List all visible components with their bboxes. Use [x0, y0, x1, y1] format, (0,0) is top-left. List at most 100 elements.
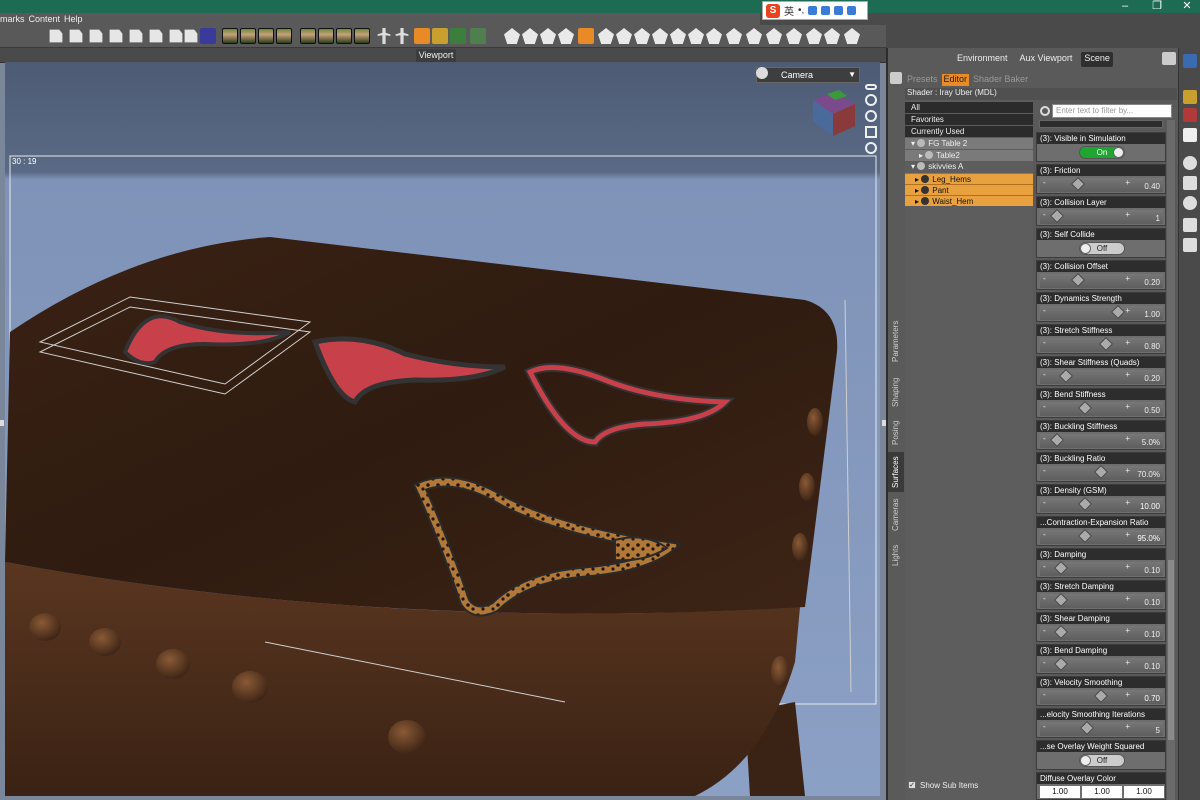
ime-skin-icon[interactable]: [834, 6, 844, 15]
property-value[interactable]: 5.0%: [1142, 438, 1160, 447]
minimize-button[interactable]: –: [1110, 0, 1140, 13]
save-as-icon[interactable]: [129, 29, 143, 43]
figure-preset-8-icon[interactable]: [354, 28, 370, 44]
slider-knob[interactable]: [1058, 368, 1073, 384]
slider-knob[interactable]: [1070, 176, 1085, 192]
property-slider[interactable]: - +5: [1040, 720, 1163, 736]
tab-editor[interactable]: Editor: [941, 74, 970, 86]
property-slider[interactable]: - +0.80: [1040, 336, 1163, 352]
tree-item-pant[interactable]: ▸ Pant: [905, 184, 1033, 195]
property-row[interactable]: (3): Collision Offset - +0.20: [1036, 260, 1166, 290]
property-slider[interactable]: - +1: [1040, 208, 1163, 224]
view-options-icon[interactable]: [756, 67, 768, 79]
tree-item-currently-used[interactable]: Currently Used: [905, 126, 1033, 137]
property-row[interactable]: (3): Bend Damping - +0.10: [1036, 644, 1166, 674]
new-scene-icon[interactable]: [49, 29, 63, 43]
property-value[interactable]: 0.20: [1144, 278, 1160, 287]
property-slider[interactable]: - +5.0%: [1040, 432, 1163, 448]
slider-knob[interactable]: [1077, 400, 1092, 416]
tab-surfaces[interactable]: Surfaces: [888, 452, 904, 492]
slider-knob[interactable]: [1093, 688, 1108, 704]
property-row[interactable]: (3): Density (GSM) - +10.00: [1036, 484, 1166, 514]
property-value[interactable]: 10.00: [1140, 502, 1160, 511]
plus-icon[interactable]: [450, 28, 466, 44]
decrement-icon[interactable]: -: [1043, 434, 1046, 443]
camera-selector[interactable]: Camera ▼: [756, 67, 860, 83]
figure-preset-1-icon[interactable]: [222, 28, 238, 44]
property-value[interactable]: 0.20: [1144, 374, 1160, 383]
property-row[interactable]: (3): Velocity Smoothing - +0.70: [1036, 676, 1166, 706]
toggle-switch[interactable]: On: [1079, 146, 1125, 159]
decrement-icon[interactable]: -: [1043, 562, 1046, 571]
toggle-switch[interactable]: Off: [1079, 242, 1125, 255]
slider-knob[interactable]: [1049, 432, 1064, 448]
slider-knob[interactable]: [1111, 304, 1126, 320]
content-library-icon[interactable]: [1183, 90, 1197, 104]
increment-icon[interactable]: +: [1125, 338, 1130, 347]
ime-keyboard-icon[interactable]: [821, 6, 831, 15]
toggle-knob[interactable]: [1113, 147, 1124, 158]
figure-preset-6-icon[interactable]: [318, 28, 334, 44]
tree-item-fg-table[interactable]: ▾ FG Table 2: [905, 138, 1033, 149]
lock-icon[interactable]: [432, 28, 448, 44]
slider-knob[interactable]: [1049, 208, 1064, 224]
property-row[interactable]: (3): Stretch Stiffness - +0.80: [1036, 324, 1166, 354]
property-value[interactable]: 0.10: [1144, 598, 1160, 607]
property-value[interactable]: 0.80: [1144, 342, 1160, 351]
scale-tool-icon[interactable]: [598, 28, 614, 44]
rotate-tool-icon[interactable]: [540, 28, 556, 44]
open-icon[interactable]: [69, 29, 83, 43]
show-sub-items-checkbox[interactable]: ✓: [908, 781, 916, 789]
property-value[interactable]: 0.50: [1144, 406, 1160, 415]
frame-icon[interactable]: [865, 126, 877, 138]
tab-presets[interactable]: Presets: [907, 74, 938, 86]
menu-bookmarks[interactable]: marks: [0, 13, 29, 25]
property-row[interactable]: (3): Buckling Stiffness - +5.0%: [1036, 420, 1166, 450]
property-slider[interactable]: - +70.0%: [1040, 464, 1163, 480]
reset-view-icon[interactable]: [865, 142, 877, 154]
slider-knob[interactable]: [1054, 656, 1069, 672]
increment-icon[interactable]: +: [1125, 274, 1130, 283]
tree-item-table2[interactable]: ▸ Table2: [905, 150, 1033, 161]
property-row[interactable]: (3): Self Collide Off: [1036, 228, 1166, 258]
tab-scene[interactable]: Scene: [1081, 52, 1113, 67]
property-value[interactable]: 0.10: [1144, 630, 1160, 639]
slider-knob[interactable]: [1054, 592, 1069, 608]
increment-icon[interactable]: +: [1125, 466, 1130, 475]
viewport-tab[interactable]: Viewport: [416, 49, 456, 62]
render-library-icon[interactable]: [1183, 108, 1197, 122]
universal-tool-icon[interactable]: [504, 28, 520, 44]
property-row[interactable]: (3): Shear Damping - +0.10: [1036, 612, 1166, 642]
increment-icon[interactable]: +: [1125, 210, 1130, 219]
tree-item-waist-hem[interactable]: ▸ Waist_Hem: [905, 195, 1033, 206]
reset-icon[interactable]: [1183, 196, 1197, 210]
pin-tool-icon[interactable]: [786, 28, 802, 44]
property-scroll-thumb[interactable]: [1168, 560, 1174, 740]
slider-knob[interactable]: [1079, 720, 1094, 736]
slider-knob[interactable]: [1054, 560, 1069, 576]
increment-icon[interactable]: +: [1125, 498, 1130, 507]
decrement-icon[interactable]: -: [1043, 370, 1046, 379]
close-button[interactable]: ✕: [1172, 0, 1200, 13]
property-row[interactable]: (3): Dynamics Strength - +1.00: [1036, 292, 1166, 322]
property-value[interactable]: 1.00: [1144, 310, 1160, 319]
tab-shader-baker[interactable]: Shader Baker: [973, 74, 1028, 86]
figure-preset-2-icon[interactable]: [240, 28, 256, 44]
property-slider[interactable]: - +0.70: [1040, 688, 1163, 704]
node-weight-icon[interactable]: [634, 28, 650, 44]
tree-item-leg-hems[interactable]: ▸ Leg_Hems: [905, 173, 1033, 184]
import-icon[interactable]: [169, 29, 183, 43]
increment-icon[interactable]: +: [1125, 658, 1130, 667]
increment-icon[interactable]: +: [1125, 434, 1130, 443]
decrement-icon[interactable]: -: [1043, 530, 1046, 539]
increment-icon[interactable]: +: [1125, 370, 1130, 379]
property-value[interactable]: 1: [1156, 214, 1160, 223]
property-slider[interactable]: - +95.0%: [1040, 528, 1163, 544]
slider-knob[interactable]: [1077, 528, 1092, 544]
property-row[interactable]: (3): Visible in Simulation On: [1036, 132, 1166, 162]
select-tool-icon[interactable]: [522, 28, 538, 44]
figure-preset-3-icon[interactable]: [258, 28, 274, 44]
save-icon[interactable]: [109, 29, 123, 43]
decrement-icon[interactable]: -: [1043, 690, 1046, 699]
property-slider[interactable]: - +0.10: [1040, 624, 1163, 640]
